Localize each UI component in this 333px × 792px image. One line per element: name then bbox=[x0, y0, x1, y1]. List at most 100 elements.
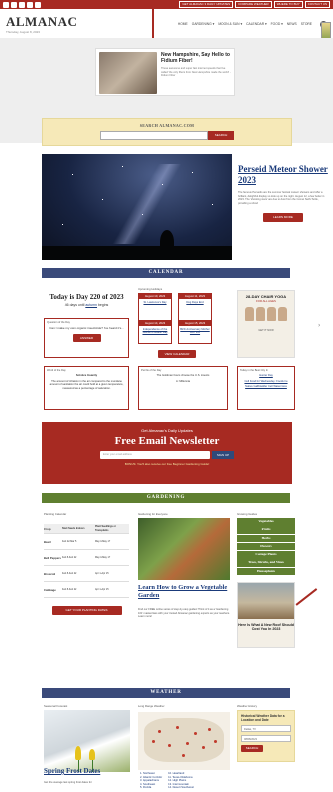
top-link-weather[interactable]: COMPARE WEATHER bbox=[235, 1, 272, 8]
question-label: Question of the Day bbox=[47, 321, 70, 324]
meteor-shower-image[interactable] bbox=[42, 154, 232, 260]
search-input[interactable] bbox=[100, 131, 208, 140]
annotation-line bbox=[295, 588, 317, 606]
history-link[interactable]: Native Gallbladder Cell Watercress bbox=[245, 385, 287, 388]
guide-herbs[interactable]: Herbs bbox=[237, 534, 295, 543]
top-bar: GET ALMANAC 3 DAILY UPDATES COMPARE WEAT… bbox=[0, 0, 333, 9]
planting-label: Planting Calendar bbox=[44, 512, 67, 516]
table-row: Bell Peppers Feb 8-Feb 22 May 4-May 17 bbox=[44, 550, 129, 566]
region-link[interactable]: 5. Florida bbox=[140, 786, 162, 790]
gardening-heading: GARDENING bbox=[42, 493, 290, 503]
nav-moon-sun[interactable]: MOON & SUN ▾ bbox=[218, 22, 242, 26]
newsletter-panel: Get Almanac's Daily Updates Free Email N… bbox=[42, 422, 292, 484]
nav-store[interactable]: STORE bbox=[301, 22, 312, 26]
garden-article-title[interactable]: Learn How to Grow a Vegetable Garden bbox=[138, 584, 230, 600]
site-logo[interactable]: ALMANAC bbox=[6, 14, 77, 30]
feature-body: The famous Perseids are the summer festi… bbox=[238, 191, 325, 205]
calendar-card[interactable]: August 14, 2023 Independence of the Women… bbox=[138, 320, 172, 344]
seasonal-label: Seasonal Forecast bbox=[44, 704, 68, 708]
us-weather-map[interactable] bbox=[138, 712, 230, 770]
ad-image bbox=[99, 52, 157, 94]
puzzle-of-day: Puzzle of the Day The Goldman hours choo… bbox=[138, 366, 228, 410]
guide-cottage[interactable]: Cottage Plants bbox=[237, 551, 295, 559]
autumn-link[interactable]: autumn bbox=[85, 303, 97, 307]
search-button[interactable]: SEARCH bbox=[208, 131, 234, 140]
chevron-right-icon[interactable]: › bbox=[318, 322, 320, 329]
history-link[interactable]: Hunter Day bbox=[259, 374, 273, 377]
ad-body: These awesome and super fast internet sp… bbox=[161, 67, 231, 77]
longrange-label: Long Range Weather bbox=[138, 704, 165, 708]
everyone-label: Gardening for Everyone bbox=[138, 512, 168, 516]
word-body: The amount of irritation in the air comp… bbox=[49, 379, 124, 390]
guide-trees[interactable]: Trees, Shrubs, and Vines bbox=[237, 559, 295, 567]
region-list: 1. Northeast 2. Atlantic Corridor 3. App… bbox=[140, 772, 232, 790]
top-link-buy[interactable]: WHERE TO BUY bbox=[273, 1, 303, 8]
frost-dates-title[interactable]: Spring Frost Dates bbox=[44, 767, 100, 775]
sign-up-button[interactable]: SIGN UP bbox=[212, 451, 234, 459]
top-links: GET ALMANAC 3 DAILY UPDATES COMPARE WEAT… bbox=[179, 1, 330, 8]
roof-ad-title: Here Is What A New Roof Should Cost You … bbox=[238, 623, 294, 632]
pinterest-icon[interactable] bbox=[19, 1, 25, 8]
frost-dates-body: Get the average last spring frost dates … bbox=[44, 781, 92, 784]
chair-yoga-ad[interactable]: 28-DAY CHAIR YOGA FOR ALL AGES GET IT NO… bbox=[237, 290, 295, 358]
history-link[interactable]: Cell Food for Wednesday: Foods tre bbox=[244, 380, 287, 383]
guide-fruits[interactable]: Fruits bbox=[237, 526, 295, 534]
word-of-day: Word of the Day Solstice Insanity The am… bbox=[44, 366, 129, 410]
search-label: SEARCH ALMANAC.COM bbox=[139, 123, 195, 128]
table-row: Basil Feb 22-Mar 5 May 4-May 17 bbox=[44, 534, 129, 550]
weather-heading: WEATHER bbox=[42, 688, 290, 698]
view-calendar-button[interactable]: VIEW CALENDAR bbox=[158, 350, 196, 358]
nav-calendar[interactable]: CALENDAR ▾ bbox=[246, 22, 267, 26]
fiber-ad[interactable]: New Hampshire, Say Hello to Fidium Fiber… bbox=[95, 48, 235, 96]
table-row: Broccoli Feb 8-Feb 22 Apr 1-Apr 15 bbox=[44, 566, 129, 582]
vegetable-garden-image[interactable] bbox=[138, 518, 230, 580]
roof-ad-image bbox=[238, 583, 294, 619]
header-date: Thursday, August 8, 2023 bbox=[6, 30, 40, 34]
facebook-icon[interactable] bbox=[3, 1, 9, 8]
weather-search-button[interactable]: SEARCH bbox=[241, 745, 263, 752]
days-until-autumn: 46 days until autumn begins bbox=[64, 303, 109, 307]
answer-button[interactable]: ANSWER bbox=[72, 334, 101, 342]
guide-flowers[interactable]: Flowers bbox=[237, 542, 295, 551]
puzzle-answer[interactable]: A: Millennia bbox=[141, 380, 225, 384]
feature-title[interactable]: Perseid Meteor Shower 2023 bbox=[238, 164, 328, 186]
guide-houseplants[interactable]: Houseplants bbox=[237, 567, 295, 576]
today-block: Today is Day 220 of 2023 46 days until a… bbox=[44, 293, 129, 307]
location-input[interactable]: Dallas, TX bbox=[241, 725, 291, 732]
instagram-icon[interactable] bbox=[11, 1, 17, 8]
day-of-year: Today is Day 220 of 2023 bbox=[49, 293, 124, 301]
word-title[interactable]: Solstice Insanity bbox=[47, 374, 126, 378]
date-input[interactable]: 08/08/2023 bbox=[241, 735, 291, 742]
guide-vegetables[interactable]: Vegetables bbox=[237, 518, 295, 526]
top-link-updates[interactable]: GET ALMANAC 3 DAILY UPDATES bbox=[179, 1, 234, 8]
nav-gardening[interactable]: GARDENING ▾ bbox=[192, 22, 215, 26]
puzzle-question: The Goldman hours choose the U.S. insect… bbox=[156, 374, 210, 377]
newsletter-title: Free Email Newsletter bbox=[114, 435, 220, 447]
logo-block[interactable]: ALMANAC Thursday, August 8, 2023 bbox=[6, 14, 77, 34]
region-link[interactable]: 14. Desert Southwest bbox=[168, 786, 194, 790]
nav-food[interactable]: FOOD ▾ bbox=[271, 22, 283, 26]
planting-dates-button[interactable]: GET YOUR PLANTING DATES bbox=[51, 606, 122, 615]
yoga-ad-button[interactable]: GET IT NOW bbox=[241, 329, 291, 332]
twitter-icon[interactable] bbox=[27, 1, 33, 8]
ad-title: New Hampshire, Say Hello to Fidium Fiber… bbox=[161, 52, 230, 64]
weather-history-panel: Historical Weather Data for a Location a… bbox=[237, 710, 295, 762]
roof-ad[interactable]: Here Is What A New Roof Should Cost You … bbox=[237, 582, 295, 648]
question-text: Can I make my own organic insecticide? I… bbox=[49, 326, 124, 330]
tree-silhouette bbox=[160, 230, 174, 254]
yoga-ad-sub: FOR ALL AGES bbox=[256, 299, 276, 303]
nav-news[interactable]: NEWS bbox=[287, 22, 297, 26]
site-search-panel: SEARCH ALMANAC.COM SEARCH bbox=[42, 118, 292, 146]
table-row: Cabbage Feb 8-Feb 22 Apr 1-Apr 15 bbox=[44, 582, 129, 598]
email-input[interactable]: Enter your email address bbox=[100, 451, 210, 459]
top-link-contact[interactable]: CONTACT US bbox=[304, 1, 330, 8]
question-of-day: Question of the Day Can I make my own or… bbox=[44, 318, 129, 358]
spring-crocus-image[interactable] bbox=[44, 710, 130, 772]
learn-more-button[interactable]: LEARN MORE bbox=[263, 213, 303, 223]
holidays-label: Upcoming Holidays bbox=[138, 287, 163, 291]
youtube-icon[interactable] bbox=[35, 1, 41, 8]
feature-text: Perseid Meteor Shower 2023 The famous Pe… bbox=[238, 164, 328, 223]
calendar-card[interactable]: August 15, 2023 Birth Anniversary Mother … bbox=[178, 320, 212, 344]
nav-home[interactable]: HOME bbox=[178, 22, 188, 26]
calendar-heading: CALENDAR bbox=[42, 268, 290, 278]
